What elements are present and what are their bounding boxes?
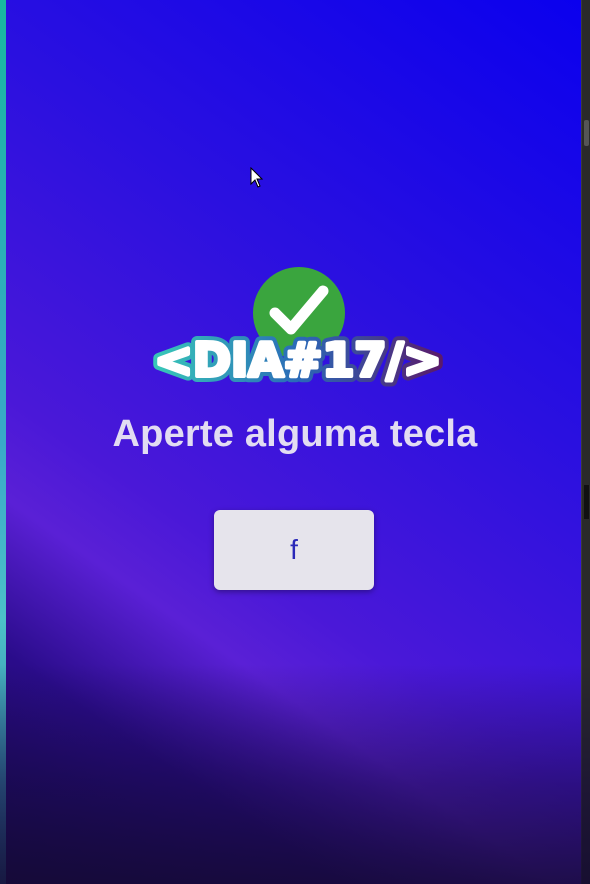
bottom-shadow bbox=[0, 664, 590, 884]
scrollbar-thumb[interactable] bbox=[584, 120, 589, 146]
pressed-key-display: f bbox=[214, 510, 374, 590]
day-logo: <DIA#17/> <DIA#17/> <DIA#17/> bbox=[150, 330, 446, 390]
instruction-heading: Aperte alguma tecla bbox=[112, 413, 478, 455]
logo-text: <DIA#17/> bbox=[154, 333, 441, 387]
pressed-key-value: f bbox=[290, 534, 298, 565]
scrollbar-marker bbox=[584, 485, 589, 519]
app-frame: <DIA#17/> <DIA#17/> <DIA#17/> Aperte alg… bbox=[0, 0, 590, 884]
mouse-pointer-icon bbox=[250, 166, 264, 189]
